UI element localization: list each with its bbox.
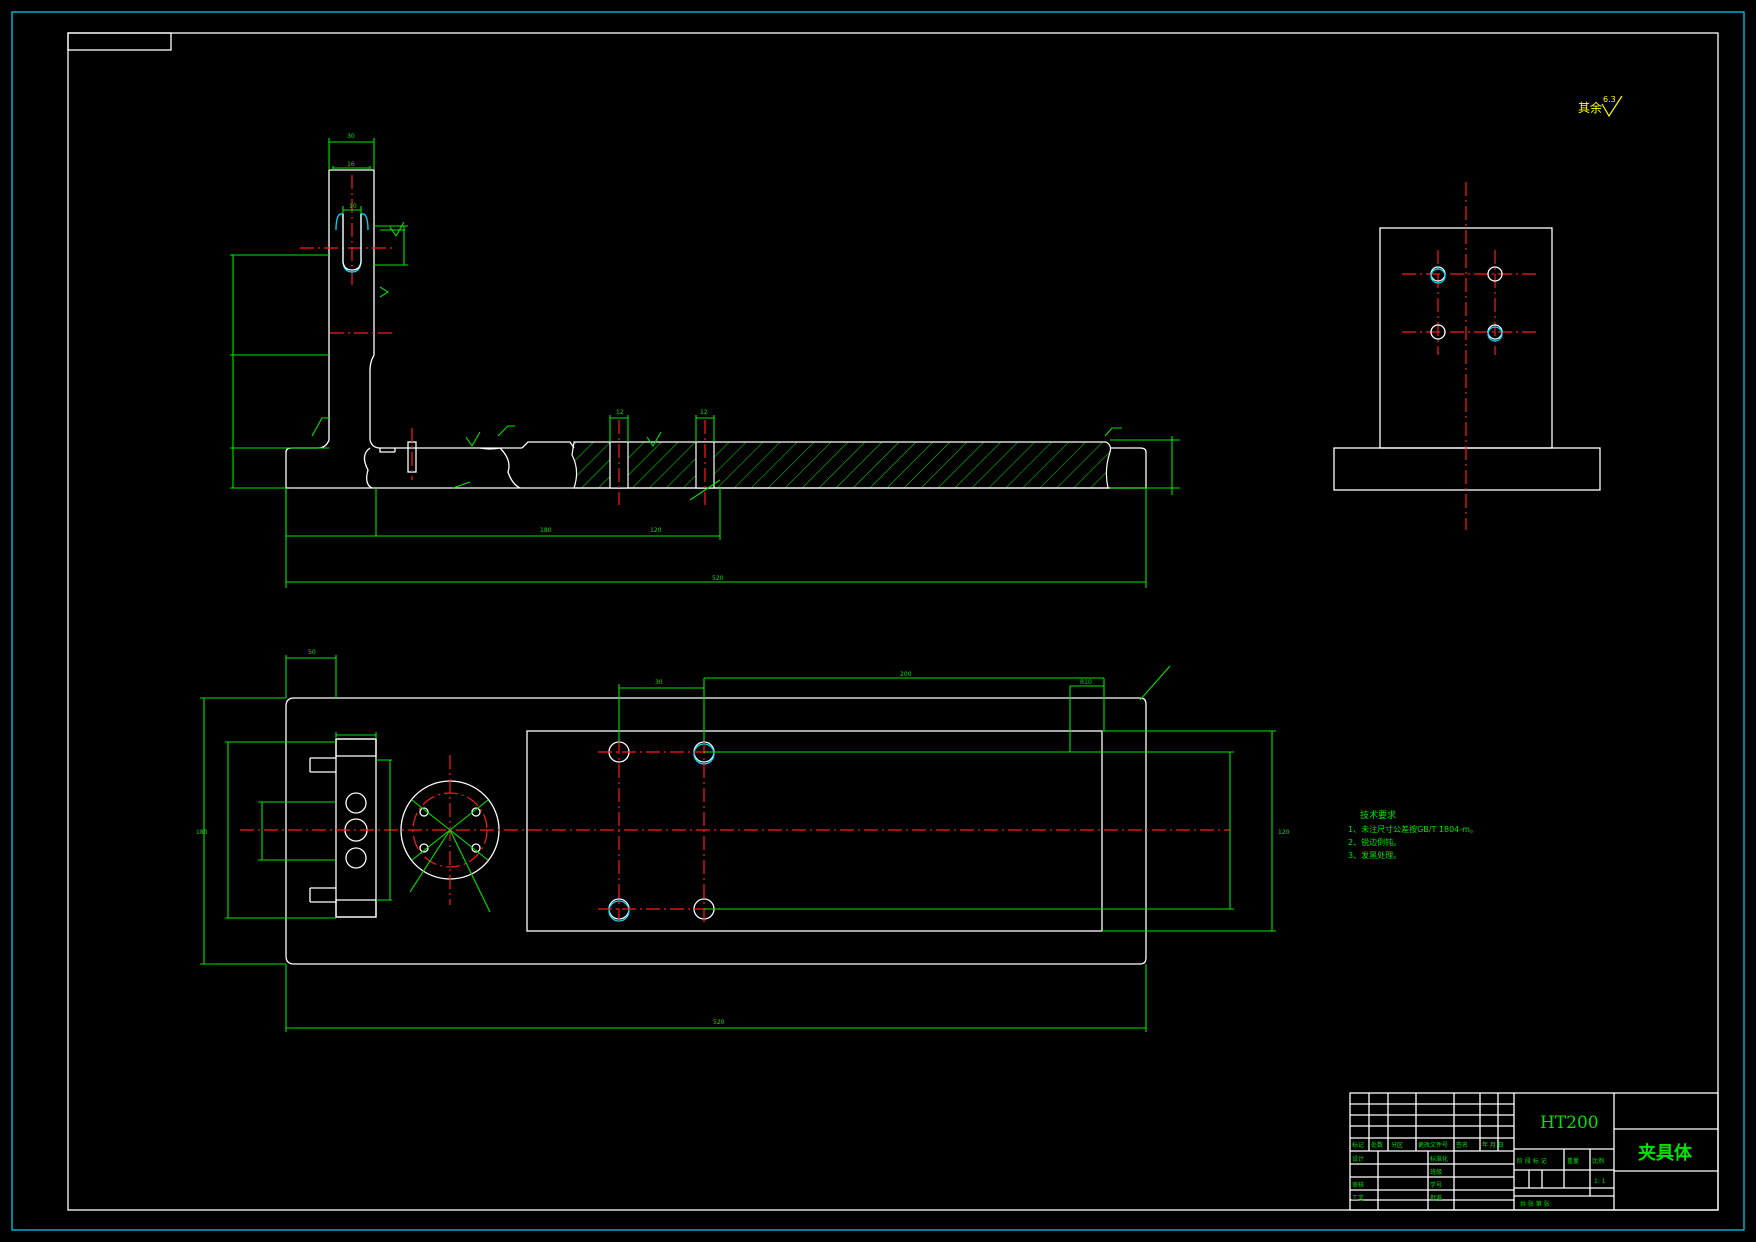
sheet-label: 共 张 第 张: [1520, 1200, 1550, 1208]
mid-class: 班级: [1430, 1168, 1442, 1176]
svg-text:12: 12: [700, 409, 708, 416]
inner-frame: [67, 32, 1719, 1211]
weight-label: 重量: [1567, 1157, 1579, 1165]
svg-text:120: 120: [1278, 829, 1290, 836]
section-hatch: [571, 441, 1112, 489]
stage-label: 阶 段 标 记: [1517, 1157, 1547, 1165]
scale-value: 1: 1: [1594, 1178, 1606, 1185]
hdr-label-0: 标记: [1352, 1141, 1364, 1149]
role-process: 工艺: [1352, 1194, 1364, 1202]
svg-text:520: 520: [712, 575, 724, 582]
hdr-label-3: 更改文件号: [1418, 1141, 1448, 1149]
tech-req-item-1: 1、未注尺寸公差按GB/T 1804-m。: [1348, 824, 1478, 834]
svg-text:R10: R10: [1080, 679, 1092, 686]
hdr-label-1: 处数: [1371, 1141, 1383, 1149]
top-view: 50 520 30 200 R10 180 120: [196, 649, 1290, 1032]
outer-frame: [11, 11, 1745, 1231]
svg-text:12: 12: [616, 409, 624, 416]
tech-req-heading: 技术要求: [1360, 809, 1396, 821]
scale-label: 比例: [1592, 1157, 1604, 1165]
title-block: 标记 处数 分区 更改文件号 签名 年 月 日 设计 标准化 班级 审核 学号 …: [1349, 1092, 1719, 1211]
tech-req-item-3: 3、发黑处理。: [1348, 850, 1401, 860]
corner-tag-box: [67, 32, 172, 51]
svg-text:200: 200: [900, 671, 912, 678]
material-label: HT200: [1540, 1113, 1599, 1133]
mid-number: 学号: [1430, 1181, 1442, 1189]
svg-text:180: 180: [196, 829, 208, 836]
svg-text:180: 180: [540, 527, 552, 534]
surface-finish-value: 6.3: [1603, 95, 1616, 104]
svg-text:10: 10: [349, 203, 357, 210]
svg-text:120: 120: [650, 527, 662, 534]
role-design: 设计: [1352, 1155, 1364, 1163]
role-review: 审核: [1352, 1181, 1364, 1189]
role-approve: 批准: [1430, 1194, 1442, 1202]
front-view: 30 16 10 120 520 180 12 12: [230, 133, 1180, 588]
hdr-label-5: 年 月 日: [1482, 1141, 1504, 1149]
role-standard: 标准化: [1430, 1155, 1448, 1163]
hdr-label-2: 分区: [1391, 1141, 1403, 1149]
technical-requirements: 技术要求 1、未注尺寸公差按GB/T 1804-m。 2、锐边倒钝。 3、发黑处…: [1348, 809, 1478, 860]
cad-drawing: 其余 6.3 30 16 10 120 520 180 12 12 50 520…: [11, 11, 1745, 1231]
surface-finish-label: 其余: [1578, 100, 1602, 115]
tech-req-item-2: 2、锐边倒钝。: [1348, 837, 1401, 847]
svg-text:30: 30: [655, 679, 663, 686]
svg-text:16: 16: [347, 161, 355, 168]
side-view: [1333, 182, 1601, 530]
hdr-label-4: 签名: [1456, 1141, 1468, 1149]
part-name: 夹具体: [1638, 1142, 1693, 1164]
svg-text:520: 520: [713, 1019, 725, 1026]
svg-text:30: 30: [347, 133, 355, 140]
svg-text:50: 50: [308, 649, 316, 656]
surface-finish-note: 其余 6.3: [1578, 95, 1623, 118]
